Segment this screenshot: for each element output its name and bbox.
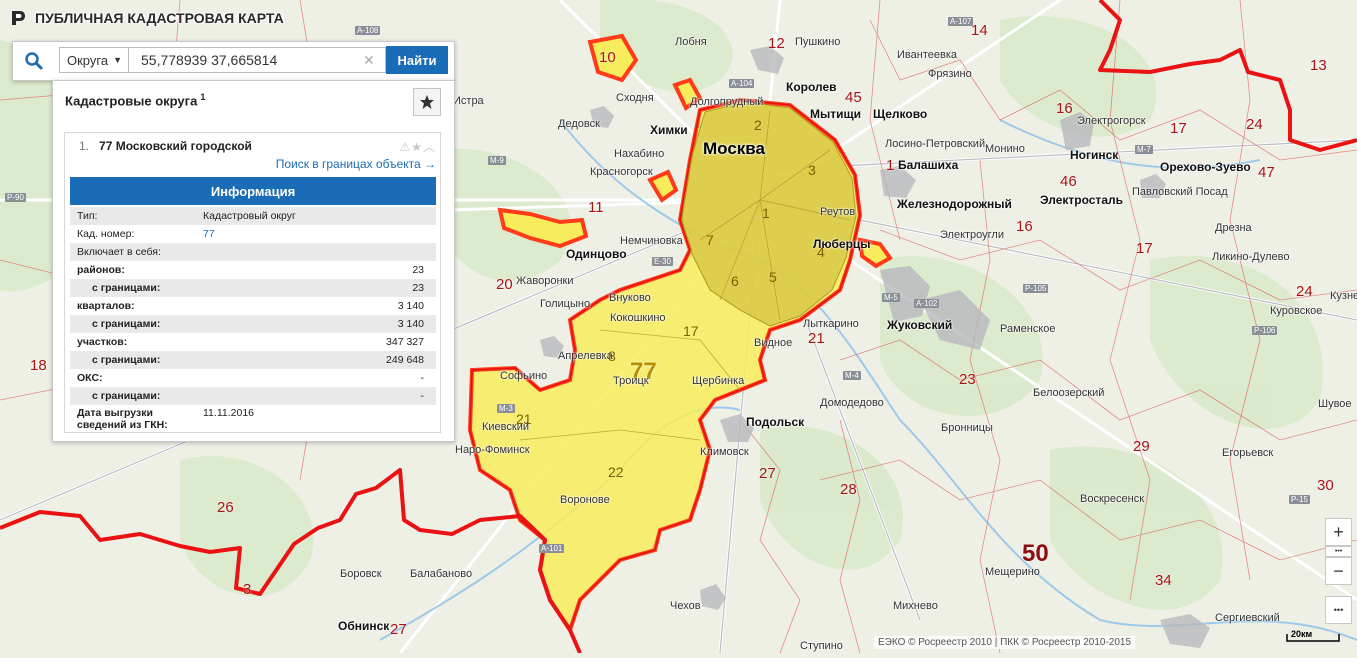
caret-down-icon: ▼ (113, 55, 122, 65)
info-value: 3 140 (397, 300, 424, 312)
panel-title-text: Кадастровые округа (65, 93, 198, 109)
info-row: с границами: - (70, 387, 436, 405)
info-key: с границами: (92, 318, 161, 330)
search-panel: Округа ▼ ✕ Найти (12, 41, 455, 81)
info-key: с границами: (92, 390, 161, 402)
info-value: 347 327 (386, 336, 424, 348)
info-key: районов: (77, 264, 125, 276)
favorite-button[interactable] (413, 88, 441, 116)
info-key: с границами: (92, 354, 161, 366)
more-tools-button[interactable]: ••• (1325, 596, 1352, 624)
info-row: кварталов: 3 140 (70, 297, 436, 315)
info-key: Кад. номер: (77, 228, 135, 240)
result-card[interactable]: 1. 77 Московский городской ⚠★︿ Поиск в гр… (64, 132, 441, 433)
info-header: Информация (70, 177, 436, 205)
panel-title: Кадастровые округа 1 (65, 92, 205, 108)
search-type-label: Округа (67, 52, 109, 68)
info-value: 3 140 (397, 318, 424, 330)
scale-label: 20км (1291, 629, 1313, 639)
info-value: 249 648 (386, 354, 424, 366)
info-row: с границами: 3 140 (70, 315, 436, 333)
info-key: участков: (77, 336, 128, 348)
collapse-icon[interactable]: ︿ (423, 140, 436, 154)
search-input[interactable] (129, 47, 386, 73)
info-key: Дата выгрузки сведений из ГКН: (77, 407, 168, 431)
warning-icon[interactable]: ⚠ (399, 140, 411, 154)
result-name: 77 Московский городской (99, 139, 252, 153)
search-in-bounds-link[interactable]: Поиск в границах объекта → (276, 157, 436, 171)
info-row: Тип: Кадастровый округ (70, 207, 436, 225)
info-key: Включает в себя: (77, 246, 161, 258)
info-table: Тип: Кадастровый округ Кад. номер: 77 Вк… (70, 207, 436, 437)
info-value: Кадастровый округ (203, 210, 296, 222)
zoom-out-button[interactable]: − (1325, 557, 1352, 585)
map-attribution: ЕЭКО © Росреестр 2010 | ПКК © Росреестр … (874, 636, 1136, 649)
app-title: ПУБЛИЧНАЯ КАДАСТРОВАЯ КАРТА (35, 10, 284, 26)
zoom-in-button[interactable]: + (1325, 518, 1352, 546)
logo-icon (12, 11, 25, 25)
info-panel: Кадастровые округа 1 1. 77 Московский горо… (52, 80, 455, 442)
clear-icon[interactable]: ✕ (363, 53, 375, 67)
search-icon[interactable] (24, 51, 44, 71)
info-value-link[interactable]: 77 (203, 228, 436, 240)
info-key: с границами: (92, 282, 161, 294)
result-heading: 1. 77 Московский городской (79, 139, 252, 153)
result-index: 1. (79, 139, 90, 153)
info-value: 23 (412, 264, 424, 276)
info-value: - (420, 372, 425, 384)
search-type-select[interactable]: Округа ▼ (59, 47, 129, 73)
info-key: ОКС: (77, 372, 103, 384)
info-row: участков: 347 327 (70, 333, 436, 351)
info-key: кварталов: (77, 300, 135, 312)
info-row: ОКС: - (70, 369, 436, 387)
info-value: 23 (412, 282, 424, 294)
info-row: Кад. номер: 77 (70, 225, 436, 243)
star-icon (420, 95, 434, 109)
info-row: Дата выгрузки сведений из ГКН: 11.11.201… (70, 405, 436, 437)
info-row: с границами: 23 (70, 279, 436, 297)
search-button[interactable]: Найти (386, 46, 448, 74)
info-row: с границами: 249 648 (70, 351, 436, 369)
star-outline-icon[interactable]: ★ (411, 140, 423, 154)
info-value: - (420, 390, 425, 402)
info-value: 11.11.2016 (203, 407, 254, 419)
panel-title-count: 1 (200, 92, 206, 102)
info-row: Включает в себя: (70, 243, 436, 261)
zoom-slider-dots[interactable]: ••• (1325, 546, 1352, 557)
card-actions: ⚠★︿ (399, 138, 436, 155)
info-row: районов: 23 (70, 261, 436, 279)
info-key: Тип: (77, 210, 98, 222)
app-header: ПУБЛИЧНАЯ КАДАСТРОВАЯ КАРТА (0, 0, 400, 36)
